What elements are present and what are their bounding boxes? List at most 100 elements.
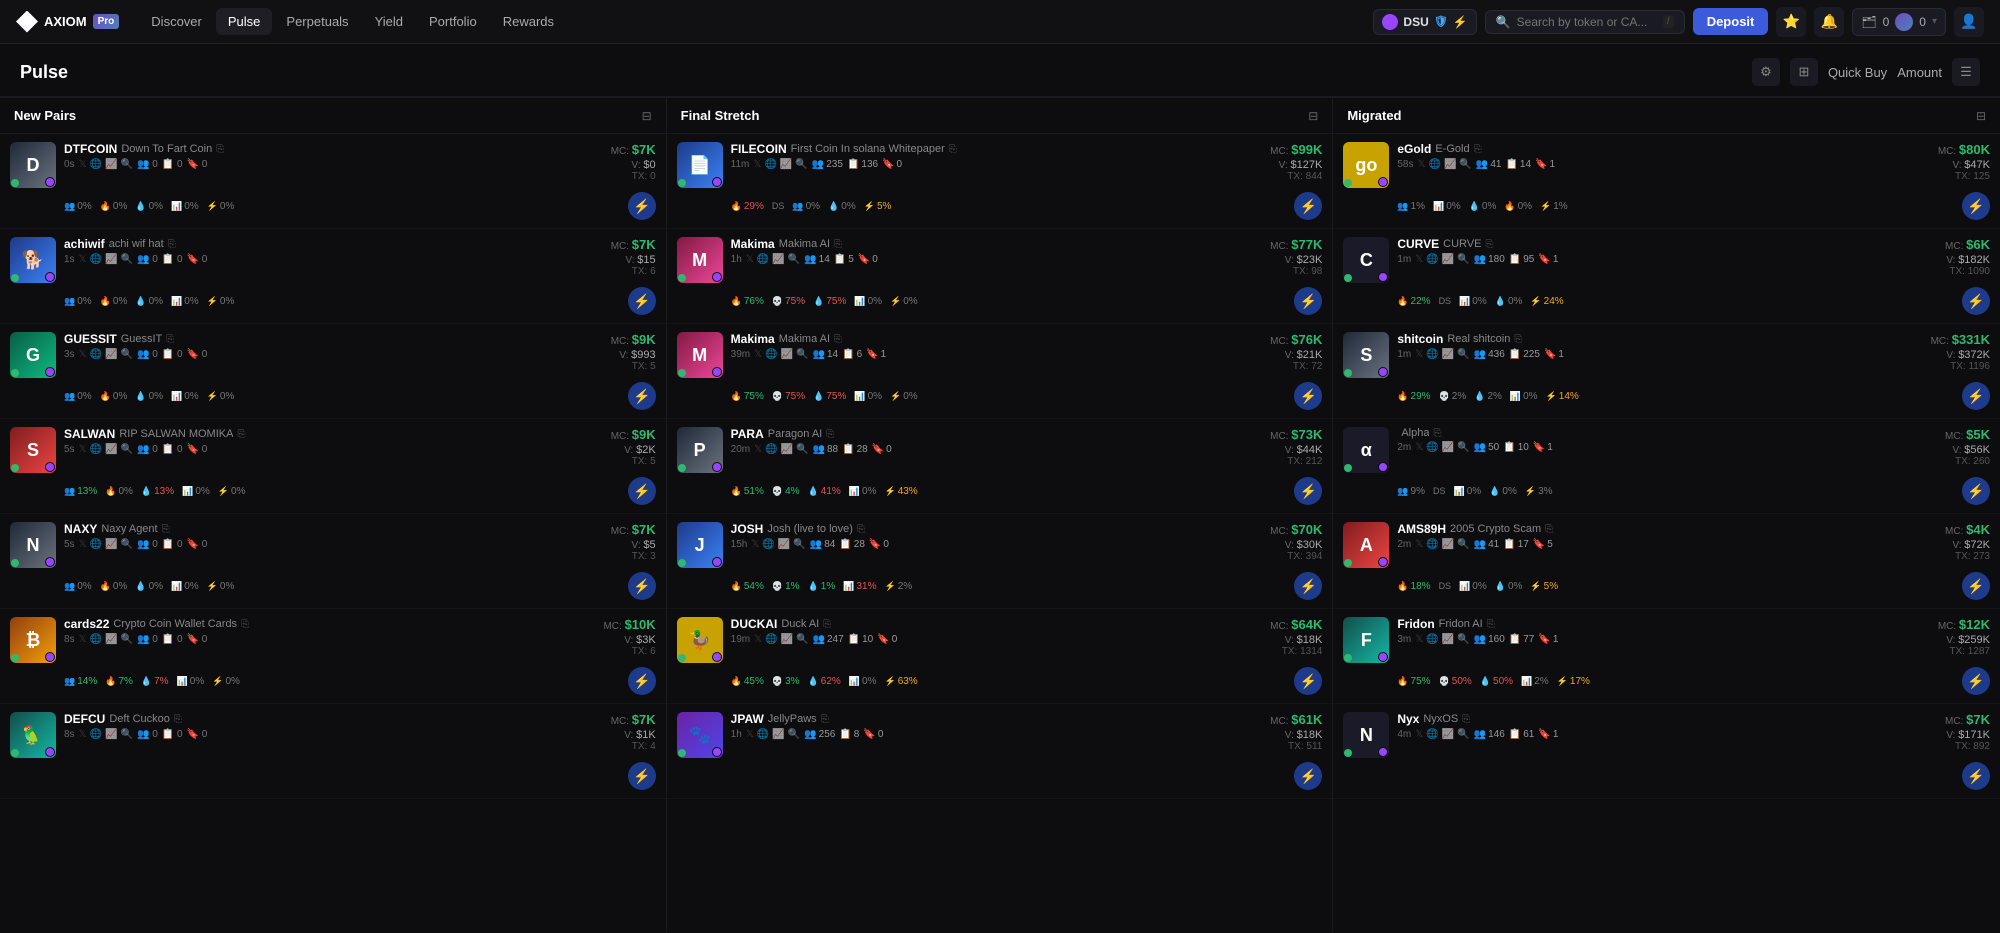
copy-icon[interactable]: ⎘ <box>1433 428 1441 439</box>
chart-icon[interactable]: 📈 <box>1442 634 1454 645</box>
buy-button[interactable]: ⚡ <box>1962 572 1990 600</box>
buy-button[interactable]: ⚡ <box>1294 477 1322 505</box>
search-icon[interactable]: 🔍 <box>121 444 133 455</box>
twitter-icon[interactable]: 𝕏 <box>754 349 762 360</box>
globe-icon[interactable]: 🌐 <box>1426 634 1438 645</box>
globe-icon[interactable]: 🌐 <box>757 729 769 740</box>
token-card[interactable]: ₿ cards22 Crypto Coin Wallet Cards ⎘ 8s … <box>0 609 666 704</box>
copy-icon[interactable]: ⎘ <box>949 144 957 155</box>
buy-button[interactable]: ⚡ <box>628 382 656 410</box>
globe-icon[interactable]: 🌐 <box>765 349 777 360</box>
twitter-icon[interactable]: 𝕏 <box>79 729 87 740</box>
search-icon[interactable]: 🔍 <box>796 634 808 645</box>
search-input[interactable] <box>1517 15 1657 29</box>
search-icon[interactable]: 🔍 <box>788 254 800 265</box>
chart-icon[interactable]: 📈 <box>1444 159 1456 170</box>
buy-button[interactable]: ⚡ <box>1962 667 1990 695</box>
twitter-icon[interactable]: 𝕏 <box>746 254 754 265</box>
search-icon[interactable]: 🔍 <box>796 349 808 360</box>
bell-button[interactable]: 🔔 <box>1814 7 1844 37</box>
token-card[interactable]: G GUESSIT GuessIT ⎘ 3s 𝕏 🌐 <box>0 324 666 419</box>
search-icon[interactable]: 🔍 <box>1457 349 1469 360</box>
buy-button[interactable]: ⚡ <box>1294 667 1322 695</box>
search-icon[interactable]: 🔍 <box>1457 539 1469 550</box>
copy-icon[interactable]: ⎘ <box>1485 239 1493 250</box>
copy-icon[interactable]: ⎘ <box>823 619 831 630</box>
chart-icon[interactable]: 📈 <box>105 444 117 455</box>
twitter-icon[interactable]: 𝕏 <box>1415 539 1423 550</box>
twitter-icon[interactable]: 𝕏 <box>1415 729 1423 740</box>
twitter-icon[interactable]: 𝕏 <box>79 159 87 170</box>
twitter-icon[interactable]: 𝕏 <box>751 539 759 550</box>
copy-icon[interactable]: ⎘ <box>834 239 842 250</box>
globe-icon[interactable]: 🌐 <box>1429 159 1441 170</box>
token-card[interactable]: S shitcoin Real shitcoin ⎘ 1m 𝕏 🌐 <box>1333 324 2000 419</box>
globe-icon[interactable]: 🌐 <box>1426 254 1438 265</box>
search-icon[interactable]: 🔍 <box>788 729 800 740</box>
buy-button[interactable]: ⚡ <box>1294 192 1322 220</box>
list-icon[interactable]: ☰ <box>1952 58 1980 86</box>
logo[interactable]: AXIOM Pro <box>16 11 119 33</box>
chart-icon[interactable]: 📈 <box>1442 349 1454 360</box>
search-icon[interactable]: 🔍 <box>1459 159 1471 170</box>
token-card[interactable]: M Makima Makima AI ⎘ 1h 𝕏 🌐 <box>667 229 1333 324</box>
search-icon[interactable]: 🔍 <box>793 539 805 550</box>
filter-icon-2[interactable]: ⊟ <box>1976 109 1986 123</box>
twitter-icon[interactable]: 𝕏 <box>754 634 762 645</box>
token-card[interactable]: 📄 FILECOIN First Coin In solana Whitepap… <box>667 134 1333 229</box>
copy-icon[interactable]: ⎘ <box>174 714 182 725</box>
buy-button[interactable]: ⚡ <box>1294 762 1322 790</box>
nav-link-perpetuals[interactable]: Perpetuals <box>274 8 360 35</box>
chart-icon[interactable]: 📈 <box>1442 539 1454 550</box>
twitter-icon[interactable]: 𝕏 <box>79 539 87 550</box>
copy-icon[interactable]: ⎘ <box>1462 714 1470 725</box>
token-card[interactable]: N Nyx NyxOS ⎘ 4m 𝕏 🌐 � <box>1333 704 2000 799</box>
search-icon[interactable]: 🔍 <box>1457 634 1469 645</box>
chart-icon[interactable]: 📈 <box>105 159 117 170</box>
copy-icon[interactable]: ⎘ <box>834 334 842 345</box>
globe-icon[interactable]: 🌐 <box>765 634 777 645</box>
search-icon[interactable]: 🔍 <box>121 729 133 740</box>
filter-icon-0[interactable]: ⊟ <box>642 109 652 123</box>
search-icon[interactable]: 🔍 <box>1457 254 1469 265</box>
token-card[interactable]: 🐾 JPAW JellyPaws ⎘ 1h 𝕏 🌐 <box>667 704 1333 799</box>
globe-icon[interactable]: 🌐 <box>1426 539 1438 550</box>
copy-icon[interactable]: ⎘ <box>1514 334 1522 345</box>
globe-icon[interactable]: 🌐 <box>765 444 777 455</box>
buy-button[interactable]: ⚡ <box>1294 382 1322 410</box>
token-card[interactable]: S SALWAN RIP SALWAN MOMIKA ⎘ 5s 𝕏 🌐 <box>0 419 666 514</box>
globe-icon[interactable]: 🌐 <box>90 159 102 170</box>
search-icon[interactable]: 🔍 <box>1457 729 1469 740</box>
twitter-icon[interactable]: 𝕏 <box>754 444 762 455</box>
chart-icon[interactable]: 📈 <box>1442 254 1454 265</box>
chart-icon[interactable]: 📈 <box>1442 729 1454 740</box>
nav-link-discover[interactable]: Discover <box>139 8 214 35</box>
twitter-icon[interactable]: 𝕏 <box>1415 349 1423 360</box>
search-icon[interactable]: 🔍 <box>796 444 808 455</box>
buy-button[interactable]: ⚡ <box>628 572 656 600</box>
chart-icon[interactable]: 📈 <box>778 539 790 550</box>
buy-button[interactable]: ⚡ <box>1962 762 1990 790</box>
buy-button[interactable]: ⚡ <box>1294 287 1322 315</box>
token-card[interactable]: D DTFCOIN Down To Fart Coin ⎘ 0s 𝕏 🌐 <box>0 134 666 229</box>
twitter-icon[interactable]: 𝕏 <box>753 159 761 170</box>
globe-icon[interactable]: 🌐 <box>1426 729 1438 740</box>
search-icon[interactable]: 🔍 <box>121 539 133 550</box>
buy-button[interactable]: ⚡ <box>1294 572 1322 600</box>
settings-icon[interactable]: ⚙ <box>1752 58 1780 86</box>
copy-icon[interactable]: ⎘ <box>162 524 170 535</box>
globe-icon[interactable]: 🌐 <box>762 539 774 550</box>
search-icon[interactable]: 🔍 <box>121 159 133 170</box>
copy-icon[interactable]: ⎘ <box>1474 144 1482 155</box>
twitter-icon[interactable]: 𝕏 <box>1415 442 1423 453</box>
buy-button[interactable]: ⚡ <box>1962 192 1990 220</box>
twitter-icon[interactable]: 𝕏 <box>79 254 87 265</box>
search-icon[interactable]: 🔍 <box>121 634 133 645</box>
copy-icon[interactable]: ⎘ <box>216 144 224 155</box>
token-card[interactable]: P PARA Paragon AI ⎘ 20m 𝕏 🌐 <box>667 419 1333 514</box>
globe-icon[interactable]: 🌐 <box>90 634 102 645</box>
copy-icon[interactable]: ⎘ <box>857 524 865 535</box>
twitter-icon[interactable]: 𝕏 <box>1415 634 1423 645</box>
token-card[interactable]: M Makima Makima AI ⎘ 39m 𝕏 🌐 <box>667 324 1333 419</box>
chart-icon[interactable]: 📈 <box>781 444 793 455</box>
